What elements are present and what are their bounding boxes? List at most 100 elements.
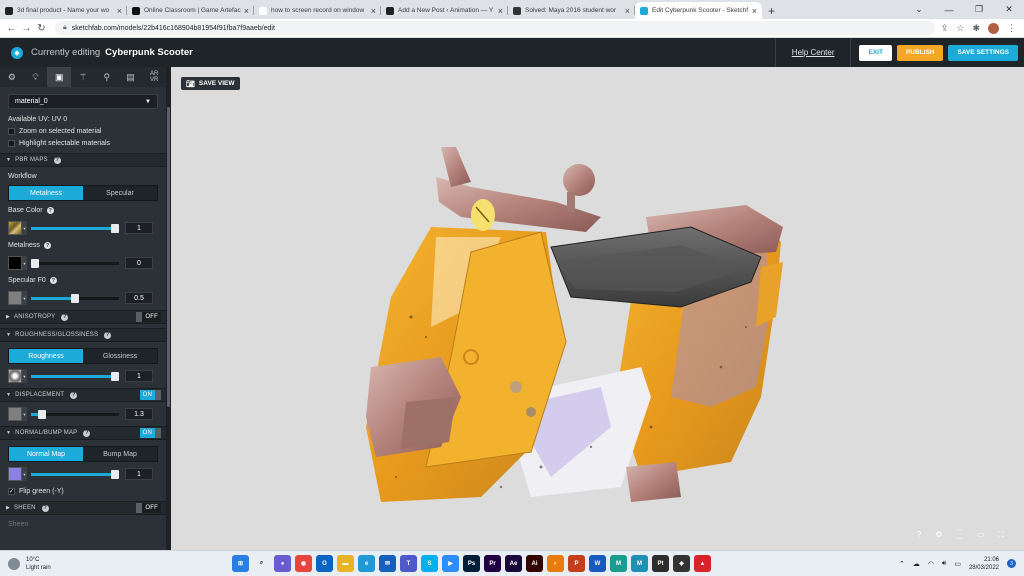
anisotropy-section[interactable]: ▶ ANISOTROPY ? OFF	[0, 310, 166, 324]
highlight-checkbox-row[interactable]: Highlight selectable materials	[0, 137, 166, 149]
close-icon[interactable]: ✕	[994, 4, 1024, 15]
close-tab-icon[interactable]: ×	[244, 6, 249, 16]
glossiness-tab[interactable]: Glossiness	[83, 349, 157, 363]
weather-widget[interactable]: 10°C Light rain	[8, 556, 51, 572]
star-icon[interactable]: ☆	[956, 23, 964, 34]
aftereffects-icon[interactable]: Ae	[505, 555, 522, 572]
browser-tab[interactable]: 3d final product - Name your wo ×	[0, 2, 127, 19]
anisotropy-toggle[interactable]: OFF	[136, 312, 161, 322]
3d-viewport[interactable]: 📷︎ SAVE VIEW ? ⚙ ⁐ ▭ ⛶	[171, 67, 1024, 550]
extensions-icon[interactable]: ✱	[972, 23, 980, 34]
wand-icon[interactable]: ⚚	[71, 67, 95, 87]
roughness-slider[interactable]	[31, 371, 119, 381]
blender-icon[interactable]: ◐	[547, 555, 564, 572]
slider-handle[interactable]	[38, 409, 47, 419]
battery-icon[interactable]: ▭	[954, 560, 961, 568]
unity-icon[interactable]: ◈	[673, 555, 690, 572]
swatch-dropdown-icon[interactable]: ▼	[22, 221, 27, 235]
fullscreen-icon[interactable]: ⛶	[998, 530, 1004, 540]
film-icon[interactable]: ▤	[119, 67, 143, 87]
base-color-texture-swatch[interactable]	[8, 221, 22, 235]
illustrator-icon[interactable]: Ai	[526, 555, 543, 572]
swatch-dropdown-icon[interactable]: ▼	[22, 369, 27, 383]
roughness-section[interactable]: ▼ ROUGHNESS/GLOSSINESS ?	[0, 328, 166, 342]
browser-tab[interactable]: Online Classroom | Game Artefac ×	[127, 2, 254, 19]
settings-icon[interactable]: ⚙	[935, 530, 942, 540]
word-icon[interactable]: W	[589, 555, 606, 572]
image-icon[interactable]: ▣	[47, 67, 72, 87]
exit-button[interactable]: EXIT	[859, 44, 892, 61]
zoom-icon[interactable]: ▶	[442, 555, 459, 572]
displacement-section[interactable]: ▼ DISPLACEMENT ? ON	[0, 388, 166, 402]
help-icon[interactable]: ?	[917, 530, 921, 540]
zoom-checkbox[interactable]	[8, 127, 15, 135]
swatch-dropdown-icon[interactable]: ▼	[22, 467, 27, 481]
powerpoint-icon[interactable]: P	[568, 555, 585, 572]
specular-tab[interactable]: Specular	[83, 186, 157, 200]
bump-map-tab[interactable]: Bump Map	[83, 447, 157, 461]
close-tab-icon[interactable]: ×	[498, 6, 503, 16]
folder-icon[interactable]: ▬	[337, 555, 354, 572]
substance-icon[interactable]: Pt	[652, 555, 669, 572]
displacement-slider[interactable]	[31, 409, 119, 419]
slider-handle[interactable]	[111, 371, 119, 381]
wifi-icon[interactable]: ◠	[928, 560, 934, 568]
paint-icon[interactable]: ▲	[694, 555, 711, 572]
new-tab-button[interactable]: +	[762, 2, 781, 19]
browser-tab[interactable]: Edit Cyberpunk Scooter - Sketchf ×	[635, 2, 762, 19]
swatch-dropdown-icon[interactable]: ▼	[22, 256, 27, 270]
browser-tab[interactable]: Add a New Post ‹ Animation — Y ×	[381, 2, 508, 19]
normal-toggle[interactable]: ON	[139, 428, 161, 438]
back-icon[interactable]: ←	[4, 23, 19, 34]
browser-tab[interactable]: Solved: Maya 2016 student wor ×	[508, 2, 635, 19]
roughness-value[interactable]: 1	[125, 370, 153, 382]
minimize-icon[interactable]: —	[934, 5, 964, 15]
mail-icon[interactable]: ✉	[379, 555, 396, 572]
close-tab-icon[interactable]: ×	[117, 6, 122, 16]
outlook-icon[interactable]: O	[316, 555, 333, 572]
metalness-value[interactable]: 0	[125, 257, 153, 269]
vr-icon[interactable]: ▭	[977, 530, 985, 540]
chevron-down-icon[interactable]: ⌄	[904, 4, 934, 15]
displacement-value[interactable]: 1.3	[125, 408, 153, 420]
lock-icon[interactable]: 🔒︎	[63, 24, 67, 32]
ar-vr-tab[interactable]: AR VR	[142, 67, 166, 87]
restore-icon[interactable]: ❐	[964, 4, 994, 15]
volume-icon[interactable]: 🔊︎	[942, 560, 946, 568]
pbr-maps-section[interactable]: ▼ PBR MAPS ?	[0, 153, 166, 167]
specular-f0-slider[interactable]	[31, 293, 119, 303]
cloud-icon[interactable]: ☁	[913, 560, 920, 568]
slider-handle[interactable]	[111, 223, 119, 233]
slider-handle[interactable]	[71, 293, 79, 303]
flip-green-row[interactable]: ✓ Flip green (-Y)	[0, 485, 166, 497]
help-icon[interactable]: ?	[46, 207, 54, 214]
metalness-tab[interactable]: Metalness	[9, 186, 83, 200]
help-icon[interactable]: ?	[43, 242, 51, 249]
browser-tab[interactable]: how to screen record on window ×	[254, 2, 381, 19]
chevron-up-icon[interactable]: ⌃	[899, 560, 905, 568]
url-input[interactable]: 🔒︎ sketchfab.com/models/22b416c168904b81…	[55, 21, 935, 35]
save-settings-button[interactable]: SAVE SETTINGS	[948, 44, 1018, 61]
forward-icon[interactable]: →	[19, 23, 34, 34]
teams-icon[interactable]: T	[400, 555, 417, 572]
swatch-dropdown-icon[interactable]: ▼	[22, 291, 27, 305]
reload-icon[interactable]: ↻	[34, 23, 49, 34]
help-icon[interactable]: ?	[61, 313, 69, 321]
chrome-icon[interactable]: ◉	[295, 555, 312, 572]
slider-handle[interactable]	[31, 258, 39, 268]
photoshop-icon[interactable]: Ps	[463, 555, 480, 572]
edge-icon[interactable]: e	[358, 555, 375, 572]
close-tab-icon[interactable]: ×	[625, 6, 630, 16]
help-icon[interactable]: ?	[70, 391, 78, 399]
help-icon[interactable]: ?	[104, 331, 112, 339]
inspector-icon[interactable]: ⁐	[956, 530, 962, 540]
displacement-swatch[interactable]	[8, 407, 22, 421]
gear-icon[interactable]: ⚙	[0, 67, 24, 87]
share-icon[interactable]: ⇪	[941, 23, 949, 34]
windows-icon[interactable]: ⊞	[232, 555, 249, 572]
profile-avatar[interactable]	[988, 22, 999, 34]
sheen-toggle[interactable]: OFF	[136, 503, 161, 513]
notification-badge[interactable]: 3	[1007, 559, 1016, 568]
maya-icon[interactable]: M	[631, 555, 648, 572]
scooter-model[interactable]	[171, 67, 1024, 550]
